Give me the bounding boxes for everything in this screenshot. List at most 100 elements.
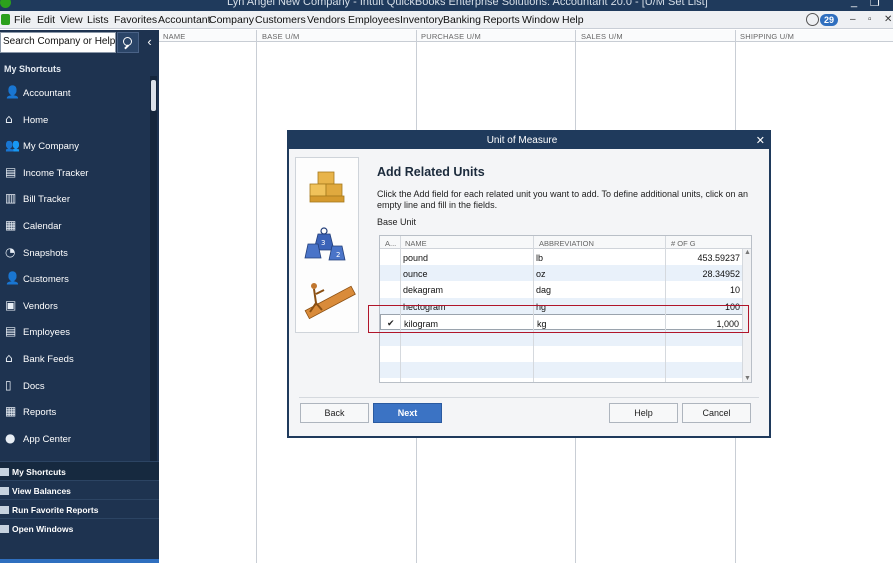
unit-name-cell[interactable]: ounce [403,269,428,279]
weights-icon: 3 2 [304,227,346,261]
menu-banking[interactable]: Banking [443,14,481,26]
reminders-clock-icon[interactable] [806,13,819,26]
column-name[interactable]: NAME [163,32,185,41]
base-unit-label: Base Unit [377,217,417,227]
unit-name-cell[interactable]: pound [403,253,428,263]
mdi-restore-icon[interactable]: ▫ [868,14,872,25]
search-input[interactable]: Search Company or Help [0,32,116,53]
menu-reports[interactable]: Reports [483,14,520,26]
close-icon[interactable]: ✕ [756,134,765,147]
menu-file[interactable]: File [14,14,31,26]
menu-favorites[interactable]: Favorites [114,14,157,26]
unit-quantity-cell[interactable]: 10 [730,285,740,295]
minimize-icon[interactable]: _ [851,0,857,8]
sidebar-item-vendors[interactable]: ▣ Vendors [0,294,152,320]
table-row[interactable]: pound lb 453.59237 [380,249,743,265]
bill-tracker-icon: ▥ [5,191,17,206]
menu-customers[interactable]: Customers [255,14,306,26]
help-button[interactable]: Help [609,403,678,423]
menu-employees[interactable]: Employees [348,14,400,26]
cancel-button[interactable]: Cancel [682,403,751,423]
unit-abbreviation-cell[interactable]: dag [536,285,551,295]
sidebar-item-employees[interactable]: ▤ Employees [0,320,152,346]
accountant-icon: 👤 [5,85,20,99]
list-header: NAME BASE U/M PURCHASE U/M SALES U/M SHI… [159,30,893,42]
menu-bar: File Edit View Lists Favorites Accountan… [0,11,893,29]
next-button[interactable]: Next [373,403,442,423]
table-row[interactable]: ounce oz 28.34952 [380,265,743,282]
ruler-icon [304,283,356,320]
reports-icon: ▦ [5,404,17,419]
menu-edit[interactable]: Edit [37,14,55,26]
mdi-minimize-icon[interactable]: – [850,14,856,25]
menu-company[interactable]: Company [209,14,254,26]
scroll-down-icon[interactable]: ▼ [744,375,751,382]
sidebar-item-label: Employees [23,327,70,339]
menu-lists[interactable]: Lists [87,14,109,26]
sidebar-item-income-tracker[interactable]: ▤ Income Tracker [0,161,152,187]
reminder-count-badge[interactable]: 29 [820,14,839,26]
mdi-close-icon[interactable]: ✕ [884,14,892,25]
shortcuts-title: My Shortcuts [4,64,62,74]
grid-col-quantity[interactable]: # OF G [671,239,696,248]
sidebar-section-my-shortcuts[interactable]: My Shortcuts [0,461,159,480]
sidebar-item-my-company[interactable]: 👥 My Company [0,134,152,160]
sidebar-item-bank-feeds[interactable]: ⌂ Bank Feeds [0,347,152,373]
sidebar-item-snapshots[interactable]: ◔ Snapshots [0,241,152,267]
sidebar-item-bill-tracker[interactable]: ▥ Bill Tracker [0,187,152,213]
table-row[interactable] [380,362,743,379]
dialog-title: Unit of Measure [486,135,558,146]
unit-abbreviation-cell[interactable]: oz [536,269,546,279]
grid-col-abbreviation[interactable]: ABBREVIATION [539,239,594,248]
menu-accountant[interactable]: Accountant [158,14,211,26]
grid-col-name[interactable]: NAME [405,239,427,248]
sidebar-item-label: Accountant [23,88,71,99]
company-icon: 👥 [5,138,20,153]
sidebar-item-label: Snapshots [23,247,68,259]
column-sales-um[interactable]: SALES U/M [581,32,623,41]
column-base-um[interactable]: BASE U/M [262,32,299,41]
sidebar-item-label: Customers [23,274,69,286]
back-button[interactable]: Back [300,403,369,423]
sidebar-item-app-center[interactable]: ● App Center [0,427,152,453]
restore-icon[interactable]: ❐ [870,0,880,9]
scroll-up-icon[interactable]: ▲ [744,249,751,256]
grid-col-add[interactable]: A... [385,239,396,248]
collapse-sidebar-icon[interactable]: ‹ [141,32,158,53]
dialog-description: Click the Add field for each related uni… [377,189,749,210]
sidebar-item-docs[interactable]: ▯ Docs [0,374,152,400]
sidebar-item-home[interactable]: ⌂ Home [0,108,152,134]
sidebar-section-view-balances[interactable]: View Balances [0,480,159,499]
menu-vendors[interactable]: Vendors [307,14,346,26]
section-icon [0,525,9,533]
left-icon-bar: Search Company or Help ‹ My Shortcuts 👤 A… [0,30,159,563]
table-row[interactable]: dekagram dag 10 [380,281,743,297]
boxes-icon [309,171,345,203]
menu-inventory[interactable]: Inventory [400,14,443,26]
sidebar-item-label: Docs [23,380,45,392]
unit-name-cell[interactable]: dekagram [403,285,443,295]
menu-help[interactable]: Help [562,14,584,26]
column-shipping-um[interactable]: SHIPPING U/M [740,32,794,41]
window-title: Lyn Angel New Company - Intuit QuickBook… [227,0,708,8]
table-row[interactable] [380,346,743,362]
qb-menu-icon[interactable] [1,14,10,25]
sidebar-item-accountant[interactable]: 👤 Accountant [0,81,152,107]
unit-quantity-cell[interactable]: 453.59237 [697,253,740,263]
sidebar-item-label: Bank Feeds [23,354,74,365]
unit-quantity-cell[interactable]: 28.34952 [702,269,740,279]
search-button[interactable] [117,32,139,53]
sidebar-item-reports[interactable]: ▦ Reports [0,400,152,426]
selection-highlight-box [368,305,749,333]
menu-window[interactable]: Window [522,14,559,26]
sidebar-item-calendar[interactable]: ▦ Calendar [0,214,152,240]
unit-abbreviation-cell[interactable]: lb [536,253,543,263]
menu-view[interactable]: View [60,14,83,26]
grid-header: A... NAME ABBREVIATION # OF G [380,236,751,249]
column-purchase-um[interactable]: PURCHASE U/M [421,32,481,41]
sidebar-item-customers[interactable]: 👤 Customers [0,267,152,293]
sidebar-section-label: Run Favorite Reports [12,505,99,515]
sidebar-section-run-favorite-reports[interactable]: Run Favorite Reports [0,499,159,518]
docs-icon: ▯ [5,377,12,392]
sidebar-section-open-windows[interactable]: Open Windows [0,518,159,537]
